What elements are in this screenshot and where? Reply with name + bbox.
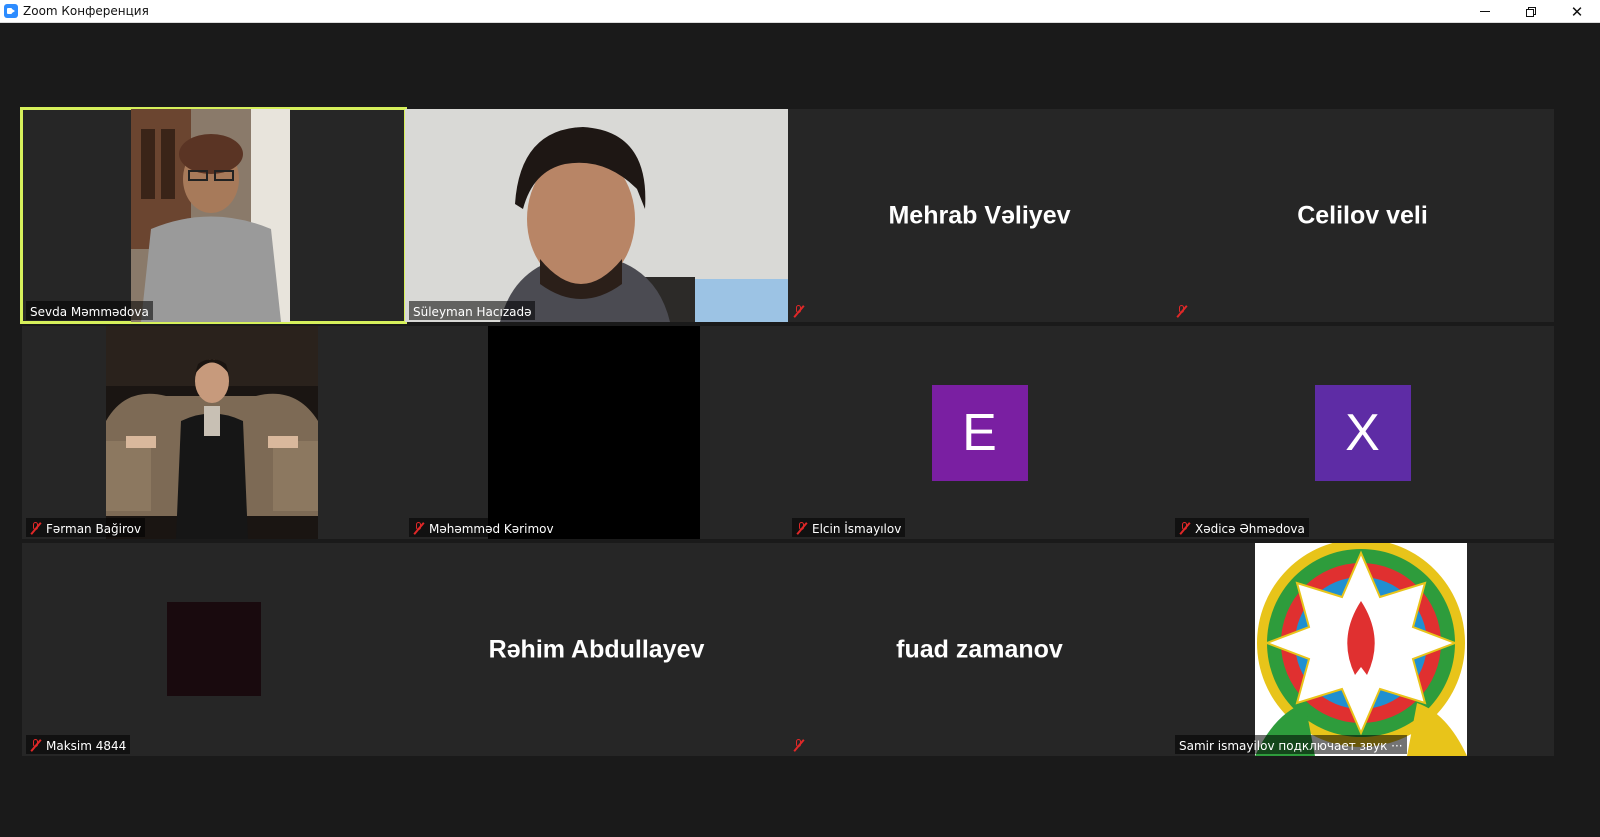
- mic-muted-icon: [413, 522, 425, 535]
- window-title: Zoom Конференция: [23, 4, 149, 18]
- participant-tile-suleyman[interactable]: Süleyman Hacızadə: [405, 109, 788, 322]
- participant-label: Maksim 4844: [26, 735, 131, 754]
- participant-tile-samir[interactable]: Samir ismayilov подключает звук ···: [1171, 543, 1554, 756]
- participant-tile-rehim[interactable]: Rəhim Abdullayev: [405, 543, 788, 756]
- participant-tile-ferman[interactable]: Fərman Bağirov: [22, 326, 405, 539]
- mic-muted-icon: [1179, 522, 1191, 535]
- participant-tile-fuad[interactable]: fuad zamanov: [788, 543, 1171, 756]
- participant-avatar: E: [931, 384, 1028, 481]
- participant-label: Elcin İsmayılov: [792, 518, 906, 537]
- minimize-button[interactable]: [1462, 0, 1508, 23]
- participant-label: Samir ismayilov подключает звук ···: [1175, 735, 1407, 754]
- gallery-view: Sevda Məmmədova Süleyman Hacızadə Mehrab…: [0, 23, 1600, 837]
- participant-dark-square: [167, 602, 261, 696]
- participant-display-name: fuad zamanov: [896, 635, 1063, 663]
- participant-tile-mehemmed[interactable]: Məhəmməd Kərimov: [405, 326, 788, 539]
- minimize-icon: [1480, 11, 1490, 12]
- emblem-image: [1255, 543, 1467, 756]
- participant-tile-maksim[interactable]: Maksim 4844: [22, 543, 405, 756]
- participant-display-name: Rəhim Abdullayev: [488, 635, 705, 663]
- participant-video: [131, 109, 290, 322]
- participant-tile-celilov[interactable]: Celilov veli: [1171, 109, 1554, 322]
- participant-label: Sevda Məmmədova: [26, 301, 153, 320]
- close-button[interactable]: ✕: [1554, 0, 1600, 23]
- participant-display-name: Celilov veli: [1297, 201, 1428, 229]
- restore-button[interactable]: [1508, 0, 1554, 23]
- window-titlebar: Zoom Конференция ✕: [0, 0, 1600, 23]
- zoom-app-icon: [4, 4, 18, 18]
- mic-muted-icon: [793, 739, 805, 752]
- participant-label: Məhəmməd Kərimov: [409, 518, 558, 537]
- participant-avatar: X: [1314, 384, 1411, 481]
- participant-video: [405, 109, 788, 322]
- participant-picture: [106, 326, 318, 539]
- participant-tile-sevda[interactable]: Sevda Məmmədova: [20, 107, 407, 324]
- participant-label: Xədicə Əhmədova: [1175, 518, 1309, 537]
- participant-tile-xedice[interactable]: X Xədicə Əhmədova: [1171, 326, 1554, 539]
- participant-label: Fərman Bağirov: [26, 518, 146, 537]
- participant-display-name: Mehrab Vəliyev: [888, 201, 1071, 229]
- participant-tile-elcin[interactable]: E Elcin İsmayılov: [788, 326, 1171, 539]
- mic-muted-icon: [1176, 305, 1188, 318]
- restore-icon: [1526, 6, 1536, 17]
- participant-video-black: [488, 326, 700, 539]
- mic-muted-icon: [793, 305, 805, 318]
- mic-muted-icon: [30, 739, 42, 752]
- participant-label: Süleyman Hacızadə: [409, 301, 536, 320]
- close-icon: ✕: [1570, 2, 1584, 21]
- participant-tile-mehrab[interactable]: Mehrab Vəliyev: [788, 109, 1171, 322]
- mic-muted-icon: [30, 522, 42, 535]
- mic-muted-icon: [796, 522, 808, 535]
